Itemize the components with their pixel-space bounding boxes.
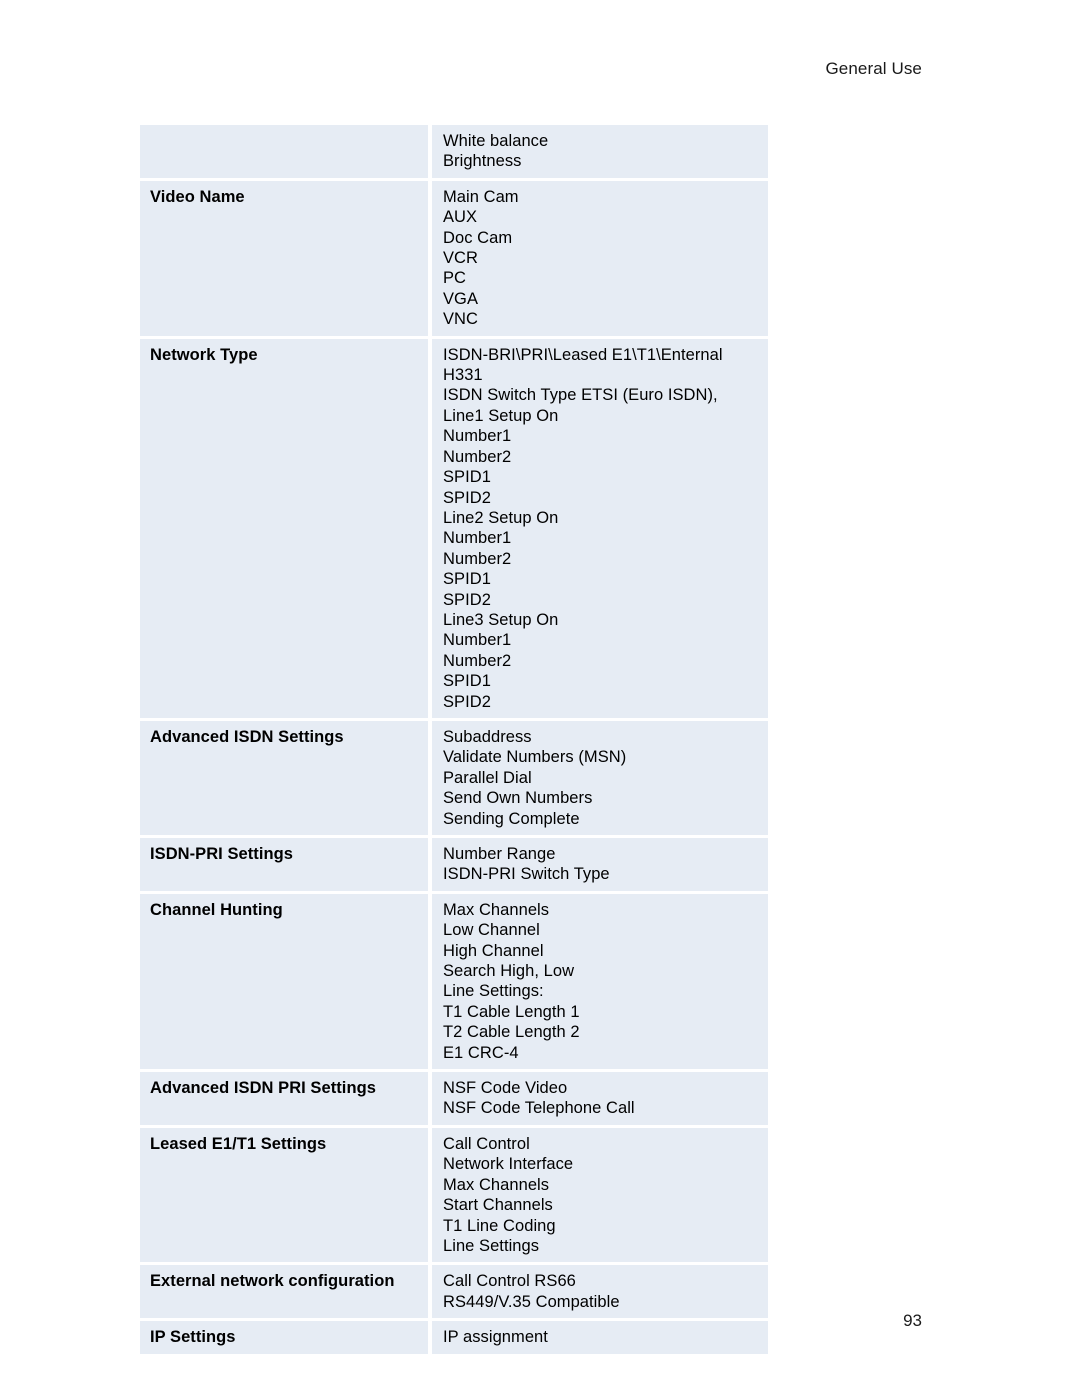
table-row: Video Name Main Cam AUX Doc Cam VCR PC VGA VNC [140,180,768,336]
row-label: Advanced ISDN PRI Settings [150,1079,376,1098]
row-value-line: Call Control [443,1134,530,1153]
row-value-line: NSF Code Telephone Call [443,1099,635,1118]
row-value-line: H331 [443,366,483,385]
row-value-line: Subaddress [443,727,532,746]
row-value-line: Call Control RS66 [443,1272,576,1291]
row-value-line: SPID2 [443,692,491,711]
row-value-line: SPID1 [443,468,491,487]
row-value-line: Number2 [443,549,512,568]
row-label: External network configuration [150,1272,395,1291]
row-value-line: Doc Cam [443,228,513,247]
row-label: ISDN-PRI Settings [150,845,293,863]
row-value-line: Low Channel [443,921,540,940]
row-value-line: Number2 [443,651,512,670]
row-value-line: SPID2 [443,590,491,609]
row-value-line: Line2 Setup On [443,508,559,527]
row-label-cell: ISDN-PRI Settings [140,838,428,891]
row-value-line: Number1 [443,427,512,446]
row-values-cell: ISDN-BRI\PRI\Leased E1\T1\Enternal H331 IS… [432,338,768,718]
row-label: Network Type [150,345,258,364]
row-value-line: T1 Cable Length 1 [443,1002,580,1021]
row-label-cell: Leased E1/T1 Settings [140,1127,428,1263]
table-row: Leased E1/T1 Settings Call Control Network… [140,1127,768,1263]
row-value-line: ISDN Switch Type ETSI (Euro ISDN), [443,386,718,405]
row-value-line: VNC [443,310,478,329]
row-values-cell: NSF Code Video NSF Code Telephone Call [432,1072,768,1125]
row-values-cell: Call Control Network Interface Max Channel… [432,1127,768,1263]
table-row: Advanced ISDN PRI Settings NSF Code Video… [140,1072,768,1125]
row-value-line: Line Settings [443,1236,540,1255]
page-number: 93 [903,1311,922,1330]
row-values-cell: White balance Brightness [432,125,768,178]
row-value-line: Max Channels [443,900,550,919]
row-label: Channel Hunting [150,900,283,919]
table-row: Channel Hunting Max Channels Low Channel Hi… [140,893,768,1070]
row-value-line: Sending Complete [443,809,580,828]
row-value-line: Network Interface [443,1155,574,1174]
row-value-line: E1 CRC-4 [443,1043,519,1062]
row-value-line: SPID2 [443,488,491,507]
row-value-line: Number Range [443,845,556,863]
row-value-line: High Channel [443,941,544,960]
row-value-line: Line3 Setup On [443,610,559,629]
row-value-line: NSF Code Video [443,1079,568,1098]
table-row: White balance Brightness [140,125,768,178]
row-value-line: VGA [443,289,478,308]
row-value-line: AUX [443,208,478,227]
row-values-cell: Max Channels Low Channel High Channel Searc… [432,893,768,1070]
row-value-line: Number2 [443,447,512,466]
row-value-line: VCR [443,249,478,268]
row-value-line: Search High, Low [443,962,575,981]
row-values-cell: Main Cam AUX Doc Cam VCR PC VGA VNC [432,180,768,336]
row-label-cell: Advanced ISDN Settings [140,720,428,835]
row-value-line: ISDN-BRI\PRI\Leased E1\T1\Enternal [443,345,723,364]
row-value-line: Line1 Setup On [443,406,559,425]
row-label: Video Name [150,187,245,206]
row-label-cell: Network Type [140,338,428,718]
row-value-line: Number1 [443,529,512,548]
row-value-line: Brightness [443,152,522,171]
table-row: ISDN-PRI Settings Number Range ISDN-PRI Sw… [140,838,768,891]
row-value-line: Send Own Numbers [443,789,593,808]
row-value-line: Validate Numbers (MSN) [443,748,627,767]
row-label-cell: Channel Hunting [140,893,428,1070]
row-value-line: Main Cam [443,187,519,206]
row-values-cell: Number Range ISDN-PRI Switch Type [432,838,768,891]
row-value-line: Max Channels [443,1175,550,1194]
row-label-cell: Advanced ISDN PRI Settings [140,1072,428,1125]
row-value-line: White balance [443,132,549,150]
row-value-line: Number1 [443,631,512,650]
row-value-line: SPID1 [443,672,491,691]
row-value-line: SPID1 [443,570,491,589]
row-label: Advanced ISDN Settings [150,727,344,746]
settings-specification-table: White balance Brightness Video Name Main Ca… [140,125,768,1354]
running-header: General Use [825,59,922,78]
document-page: General Use White balance Brightness Video… [0,0,1080,1397]
table-row: Advanced ISDN Settings Subaddress Validate… [140,720,768,835]
row-label: Leased E1/T1 Settings [150,1134,327,1153]
row-value-line: Line Settings: [443,982,544,1001]
row-value-line: T2 Cable Length 2 [443,1023,580,1042]
row-value-line: T1 Line Coding [443,1216,556,1235]
row-value-line: PC [443,269,467,288]
row-value-line: Start Channels [443,1196,553,1215]
row-label-cell: Video Name [140,180,428,336]
row-value-line: Parallel Dial [443,768,532,787]
row-label-cell [140,125,428,178]
table-row: Network Type ISDN-BRI\PRI\Leased E1\T1\En… [140,338,768,718]
row-values-cell: Subaddress Validate Numbers (MSN) Parallel… [432,720,768,835]
row-value-line: ISDN-PRI Switch Type [443,865,610,884]
